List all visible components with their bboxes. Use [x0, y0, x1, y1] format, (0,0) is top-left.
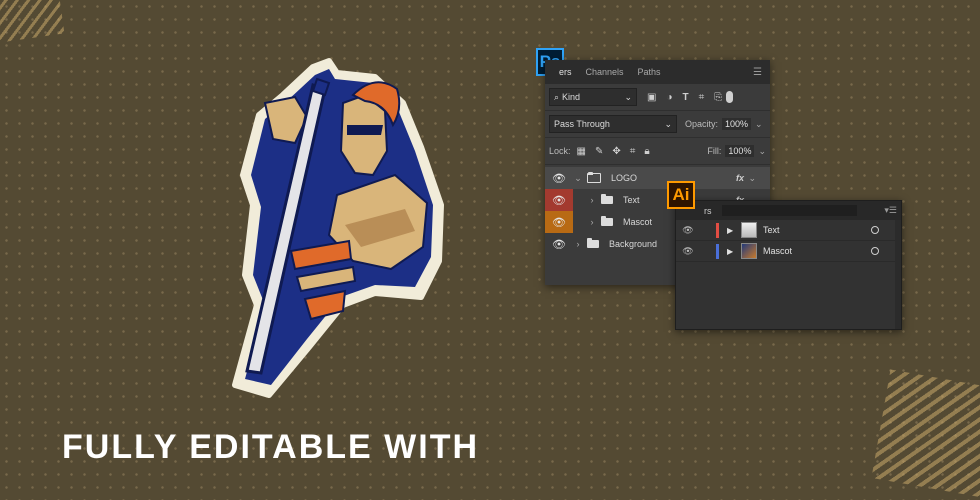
- layer-name: Text: [623, 195, 640, 205]
- eye-icon[interactable]: 👁︎: [545, 189, 573, 211]
- blend-mode-value: Pass Through: [554, 119, 610, 129]
- ai-panel-tabs: rs ▾☰: [676, 201, 901, 220]
- expand-triangle-icon[interactable]: ▶: [727, 226, 739, 235]
- lock-brush-icon[interactable]: ✎: [595, 146, 603, 157]
- panel-menu-icon[interactable]: ☰: [753, 67, 762, 78]
- tab-layers[interactable]: ers: [559, 67, 572, 77]
- adjustment-filter-icon[interactable]: ◑: [666, 92, 672, 103]
- layer-name: Mascot: [763, 246, 793, 256]
- blend-mode-select[interactable]: Pass Through ⌄: [549, 115, 677, 133]
- chevron-right-icon[interactable]: ›: [573, 239, 583, 249]
- expand-triangle-icon[interactable]: ▶: [727, 247, 739, 256]
- tab-layers[interactable]: rs: [704, 206, 712, 216]
- smart-object-filter-icon[interactable]: ⎘: [714, 92, 722, 103]
- tab-channels[interactable]: Channels: [586, 67, 624, 77]
- eye-icon[interactable]: 👁︎: [676, 225, 700, 236]
- layer-color-swatch: [716, 243, 719, 259]
- tab-paths[interactable]: Paths: [638, 67, 661, 77]
- type-filter-icon[interactable]: T: [683, 92, 689, 103]
- fill-input[interactable]: 100%: [725, 145, 755, 157]
- lock-row: Lock: ▦ ✎ ✥ ⌗ 🔒︎ Fill: 100% ⌄: [545, 138, 770, 165]
- folder-icon: [601, 216, 613, 226]
- headline-text: FULLY EDITABLE WITH: [62, 428, 480, 466]
- shape-filter-icon[interactable]: ⌗: [699, 92, 705, 103]
- eye-icon[interactable]: 👁︎: [545, 233, 573, 255]
- knight-mascot-logo: [232, 58, 444, 398]
- layer-name: Mascot: [623, 217, 653, 227]
- ai-layer-row[interactable]: 👁︎ ▶ Mascot: [676, 241, 901, 262]
- opacity-label: Opacity:: [685, 119, 719, 129]
- chevron-down-icon[interactable]: ⌄: [748, 173, 756, 184]
- eye-icon[interactable]: 👁︎: [676, 246, 700, 257]
- layer-color-swatch: [716, 222, 719, 238]
- filter-icons: ▣ ◑ T ⌗ ⎘: [647, 92, 722, 103]
- ps-panel-tabs: ers Channels Paths ☰: [545, 60, 770, 84]
- filter-toggle[interactable]: [726, 91, 734, 103]
- target-circle-icon[interactable]: [871, 226, 879, 234]
- tab-bar: [721, 205, 857, 216]
- target-circle-icon[interactable]: [871, 247, 879, 255]
- fill-label: Fill:: [707, 146, 722, 156]
- corner-stripes-top-left: [0, 0, 65, 46]
- filter-kind-select[interactable]: ⌕ Kind ⌄: [549, 88, 637, 106]
- folder-icon: [587, 172, 601, 183]
- chevron-down-icon: ⌄: [624, 91, 632, 102]
- filter-kind-label: Kind: [562, 92, 581, 102]
- blend-row: Pass Through ⌄ Opacity: 100% ⌄: [545, 111, 770, 138]
- ai-scrollbar[interactable]: [895, 220, 901, 329]
- chevron-down-icon[interactable]: ⌄: [758, 146, 766, 157]
- chevron-down-icon[interactable]: ⌄: [755, 119, 763, 130]
- panel-menu-icon[interactable]: ▾☰: [884, 205, 897, 216]
- lock-all-icon[interactable]: 🔒︎: [644, 146, 649, 157]
- fx-icon[interactable]: fx: [736, 173, 744, 183]
- folder-icon: [601, 194, 613, 204]
- layer-filter-row: ⌕ Kind ⌄ ▣ ◑ T ⌗ ⎘: [545, 84, 770, 111]
- lock-transparent-icon[interactable]: ▦: [577, 146, 586, 157]
- chevron-down-icon: ⌄: [664, 118, 672, 129]
- layer-name: Text: [763, 225, 780, 235]
- lock-move-icon[interactable]: ✥: [612, 146, 620, 157]
- lock-icons: ▦ ✎ ✥ ⌗ 🔒︎: [577, 146, 650, 157]
- layer-row[interactable]: 👁︎ ⌄ LOGO fx ⌄: [545, 167, 770, 189]
- illustrator-app-icon: Ai: [667, 181, 695, 209]
- ai-layer-row[interactable]: 👁︎ ▶ Text: [676, 220, 901, 241]
- layer-name: LOGO: [611, 173, 638, 183]
- layer-name: Background: [609, 239, 658, 249]
- chevron-right-icon[interactable]: ›: [587, 217, 597, 227]
- layer-thumbnail: [741, 243, 757, 259]
- eye-icon[interactable]: 👁︎: [545, 167, 573, 189]
- pixel-filter-icon[interactable]: ▣: [647, 92, 656, 103]
- illustrator-layers-panel: rs ▾☰ 👁︎ ▶ Text 👁︎ ▶ Mascot: [675, 200, 902, 330]
- lock-artboard-icon[interactable]: ⌗: [630, 146, 636, 157]
- folder-icon: [587, 238, 599, 248]
- chevron-right-icon[interactable]: ›: [587, 195, 597, 205]
- lock-label: Lock:: [549, 146, 571, 156]
- opacity-input[interactable]: 100%: [722, 118, 752, 130]
- corner-stripes-bottom-right: [871, 369, 980, 500]
- chevron-down-icon[interactable]: ⌄: [573, 173, 583, 184]
- eye-icon[interactable]: 👁︎: [545, 211, 573, 233]
- search-icon: ⌕: [554, 91, 560, 102]
- layer-thumbnail: [741, 222, 757, 238]
